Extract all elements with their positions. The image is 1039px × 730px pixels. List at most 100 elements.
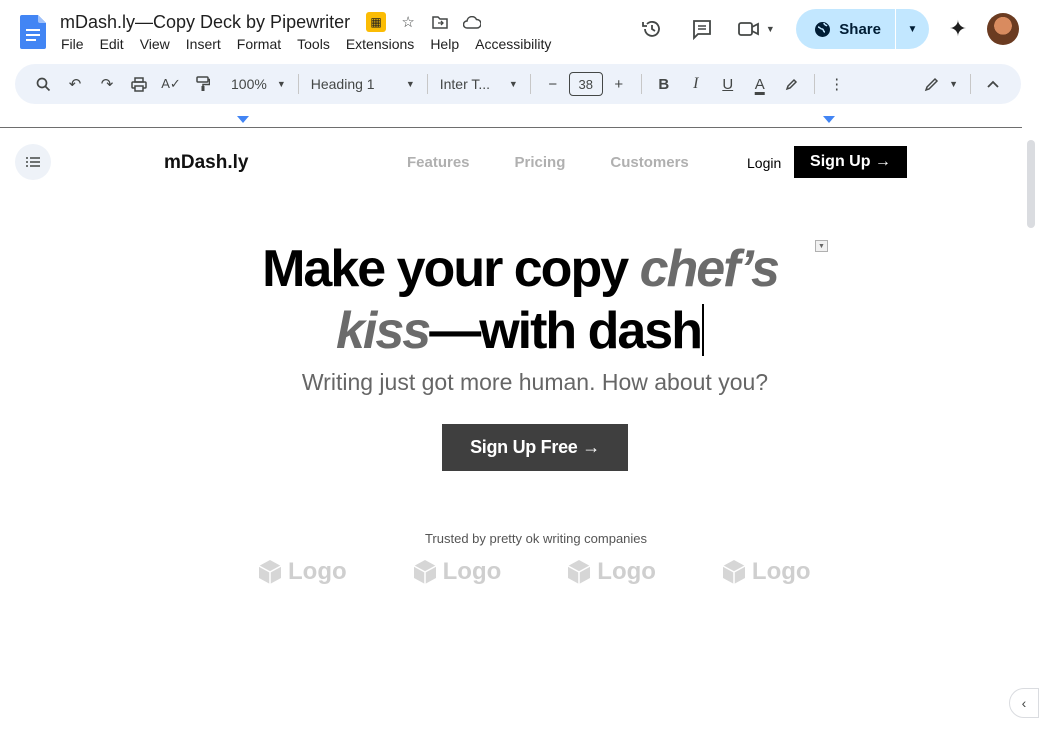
logo-text: Logo [597, 558, 656, 585]
ruler[interactable] [0, 113, 1022, 128]
editing-mode-select[interactable]: ▼ [918, 77, 964, 92]
menu-file[interactable]: File [61, 36, 84, 52]
gemini-sparkle-icon[interactable]: ✦ [943, 14, 973, 44]
chevron-down-icon: ▼ [405, 79, 415, 89]
toolbar-divider [970, 74, 971, 94]
menu-accessibility[interactable]: Accessibility [475, 36, 551, 52]
title-row: mDash.ly—Copy Deck by Pipewriter ▦ ☆ [60, 11, 482, 33]
share-button-group: Share ▼ [796, 9, 929, 49]
pencil-icon [924, 77, 939, 91]
headline-text-1: Make your copy [262, 240, 640, 298]
headline-emphasis-2: kiss [335, 302, 431, 360]
more-options-icon[interactable]: ⋮ [821, 70, 853, 98]
zoom-select[interactable]: 100% ▼ [225, 76, 292, 92]
nav-features: Features [407, 154, 470, 171]
decrease-font-size-button[interactable]: − [537, 70, 569, 98]
avatar[interactable] [987, 13, 1019, 45]
placeholder-logo: Logo [567, 558, 656, 586]
trusted-by-text[interactable]: Trusted by pretty ok writing companies [0, 531, 1039, 546]
toolbar-divider [640, 74, 642, 94]
signup-button: Sign Up → [794, 146, 907, 178]
chevron-down-icon: ▼ [276, 79, 286, 89]
style-select[interactable]: Heading 1 ▼ [305, 76, 421, 92]
document-title[interactable]: mDash.ly—Copy Deck by Pipewriter [60, 12, 350, 33]
list-icon [26, 157, 40, 167]
signup-free-button: Sign Up Free → [442, 424, 628, 471]
font-value: Inter T... [439, 76, 491, 92]
top-right-controls: ▼ Share ▼ ✦ [622, 9, 1019, 49]
document-outline-button[interactable] [15, 144, 51, 180]
highlight-pen-icon[interactable] [776, 70, 808, 98]
side-panel-expand-icon[interactable]: ‹ [1009, 688, 1039, 718]
share-button[interactable]: Share [796, 9, 895, 49]
site-nav: Features Pricing Customers [407, 154, 689, 171]
spellcheck-icon[interactable]: A✓ [155, 70, 187, 98]
toolbar-divider [813, 74, 815, 94]
offline-doc-icon[interactable]: ▦ [366, 12, 387, 32]
menu-tools[interactable]: Tools [297, 36, 330, 52]
paint-format-icon[interactable] [187, 70, 219, 98]
left-indent-marker[interactable] [237, 116, 249, 123]
comments-icon[interactable] [682, 9, 722, 49]
bold-button[interactable]: B [648, 70, 680, 98]
zoom-value: 100% [231, 76, 267, 92]
headline-text-2: —with dash [429, 302, 703, 360]
chevron-down-icon: ▼ [765, 24, 775, 34]
italic-button[interactable]: I [680, 70, 712, 98]
scrollbar[interactable] [1027, 140, 1035, 228]
right-indent-marker[interactable] [823, 116, 835, 123]
cube-icon [567, 560, 591, 584]
search-menus-icon[interactable] [27, 70, 59, 98]
title-icons: ▦ ☆ [366, 12, 482, 32]
version-history-icon[interactable] [632, 9, 672, 49]
increase-font-size-button[interactable]: + [603, 70, 635, 98]
menu-help[interactable]: Help [430, 36, 459, 52]
menu-extensions[interactable]: Extensions [346, 36, 414, 52]
formatting-toolbar: ↶ ↷ A✓ 100% ▼ Heading 1 ▼ Inter T... ▼ −… [15, 64, 1021, 104]
chevron-down-icon: ▼ [508, 79, 518, 89]
toolbar-divider [297, 74, 299, 94]
redo-icon[interactable]: ↷ [91, 70, 123, 98]
font-select[interactable]: Inter T... ▼ [434, 76, 524, 92]
placeholder-logo: Logo [722, 558, 811, 586]
share-dropdown-button[interactable]: ▼ [895, 9, 929, 49]
brand-name: mDash.ly [164, 152, 249, 173]
text-color-button[interactable]: A [744, 70, 776, 98]
globe-icon [815, 21, 831, 37]
placeholder-logo: Logo [413, 558, 502, 586]
undo-icon[interactable]: ↶ [59, 70, 91, 98]
print-icon[interactable] [123, 70, 155, 98]
star-icon[interactable]: ☆ [398, 12, 418, 32]
underline-button[interactable]: U [712, 70, 744, 98]
hide-menus-chevron-up-icon[interactable] [977, 70, 1009, 98]
google-docs-icon[interactable] [20, 15, 46, 49]
font-size-input[interactable]: 38 [568, 72, 603, 96]
nav-customers: Customers [610, 154, 689, 171]
hero-headline[interactable]: Make your copy chef’s kiss—with dash [180, 238, 860, 362]
menu-insert[interactable]: Insert [186, 36, 221, 52]
toolbar-divider [529, 74, 531, 94]
placeholder-logo: Logo [258, 558, 347, 586]
chevron-down-icon: ▼ [949, 79, 958, 89]
hero-subheadline[interactable]: Writing just got more human. How about y… [180, 369, 890, 396]
cube-icon [258, 560, 282, 584]
logo-text: Logo [442, 558, 502, 585]
headline-emphasis-1: chef’s [639, 240, 780, 298]
logo-text: Logo [751, 558, 811, 585]
cube-icon [413, 560, 436, 584]
toolbar-divider [426, 74, 428, 94]
menu-bar: File Edit View Insert Format Tools Exten… [61, 36, 567, 52]
cube-icon [722, 560, 746, 584]
menu-edit[interactable]: Edit [100, 36, 124, 52]
move-folder-icon[interactable] [430, 12, 450, 32]
menu-format[interactable]: Format [237, 36, 281, 52]
logo-row: Logo Logo Logo Logo [258, 558, 811, 586]
menu-view[interactable]: View [140, 36, 170, 52]
share-label: Share [839, 20, 881, 38]
cloud-saved-icon[interactable] [462, 12, 482, 32]
logo-text: Logo [288, 558, 347, 585]
style-value: Heading 1 [310, 76, 375, 92]
text-cursor [702, 304, 704, 356]
meet-video-icon[interactable]: ▼ [732, 9, 780, 49]
login-link: Login [747, 155, 782, 171]
